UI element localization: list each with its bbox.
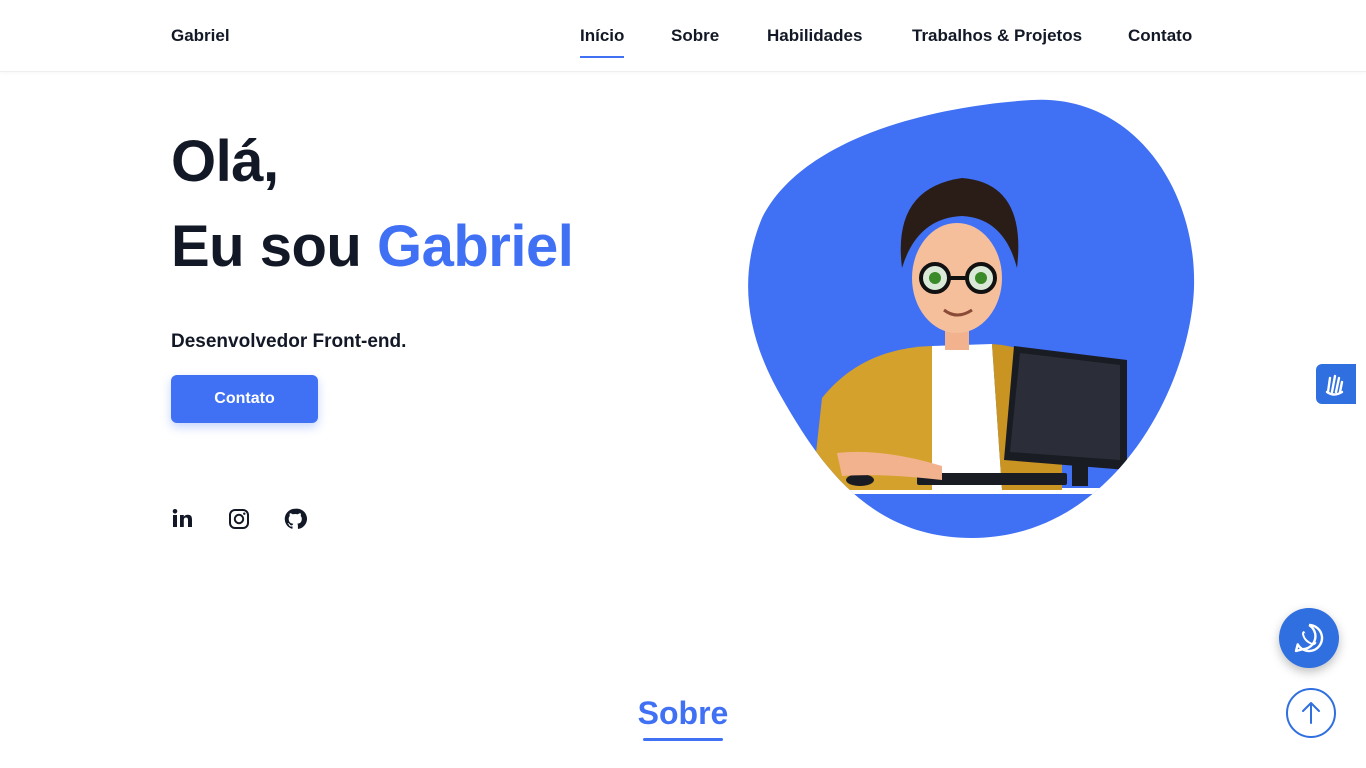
linkedin-icon[interactable] bbox=[171, 507, 195, 531]
nav-link-inicio[interactable]: Início bbox=[580, 26, 625, 58]
hero-name: Gabriel bbox=[376, 214, 574, 279]
about-title: Sobre bbox=[637, 695, 729, 731]
contact-button[interactable]: Contato bbox=[171, 375, 318, 423]
about-title-underline bbox=[643, 738, 723, 741]
main-nav: Início Sobre Habilidades Trabalhos & Pro… bbox=[0, 26, 1366, 66]
github-icon[interactable] bbox=[283, 507, 308, 531]
site-header: Gabriel Início Sobre Habilidades Trabalh… bbox=[0, 0, 1366, 72]
hero-intro: Eu sou Gabriel bbox=[171, 218, 574, 276]
nav-link-contato[interactable]: Contato bbox=[1128, 26, 1192, 46]
accessibility-widget-button[interactable] bbox=[1316, 364, 1356, 404]
instagram-icon[interactable] bbox=[227, 507, 251, 531]
whatsapp-button[interactable] bbox=[1279, 608, 1339, 668]
nav-link-sobre[interactable]: Sobre bbox=[671, 26, 719, 46]
nav-link-habilidades[interactable]: Habilidades bbox=[767, 26, 862, 46]
hero-intro-prefix: Eu sou bbox=[171, 214, 377, 279]
sign-language-hands-icon bbox=[1325, 374, 1344, 396]
hero-illustration bbox=[748, 99, 1195, 538]
hero-role: Desenvolvedor Front-end. bbox=[171, 331, 407, 352]
whatsapp-icon bbox=[1294, 623, 1324, 653]
hero-greeting: Olá, bbox=[171, 129, 279, 194]
nav-link-trabalhos-projetos[interactable]: Trabalhos & Projetos bbox=[912, 26, 1082, 46]
